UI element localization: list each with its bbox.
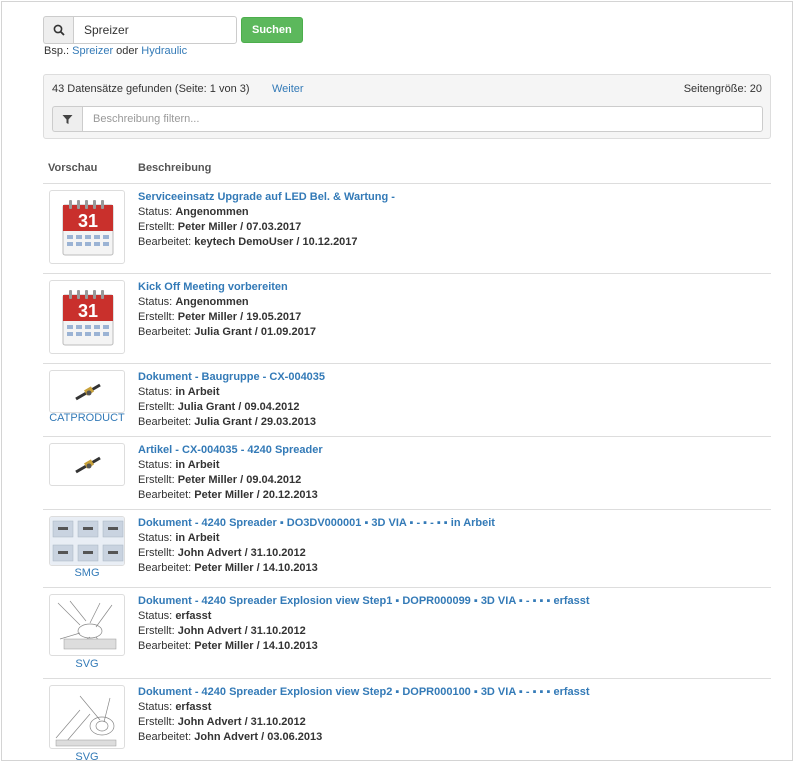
thumb-label[interactable]: SMG [43, 567, 131, 579]
edited-label: Bearbeitet: [138, 489, 192, 501]
status-value: erfasst [175, 610, 212, 622]
created-label: Erstellt: [138, 474, 175, 486]
search-icon[interactable] [43, 16, 73, 44]
created-label: Erstellt: [138, 221, 175, 233]
created-value: Peter Miller / 19.05.2017 [177, 311, 302, 323]
table-row[interactable]: Artikel - CX-004035 - 4240 Spreader Stat… [43, 437, 771, 510]
parts-sheet-thumbnail[interactable] [49, 516, 125, 566]
status-value: erfasst [175, 701, 212, 713]
created-label: Erstellt: [138, 311, 175, 323]
spreader-part-icon[interactable] [49, 370, 125, 413]
calendar-day: 31 [78, 211, 98, 231]
edited-value: keytech DemoUser / 10.12.2017 [194, 236, 358, 248]
table-row[interactable]: SVG Dokument - 4240 Spreader Explosion v… [43, 679, 771, 760]
edited-label: Bearbeitet: [138, 416, 192, 428]
page-frame: Suchen Bsp.: Spreizer oder Hydraulic 43 … [1, 1, 793, 761]
explosion-drawing-thumbnail[interactable] [49, 594, 125, 656]
table-row[interactable]: SMG Dokument - 4240 Spreader ▪ DO3DV0000… [43, 510, 771, 588]
row-title[interactable]: Kick Off Meeting vorbereiten [138, 280, 316, 295]
row-description: Dokument - Baugruppe - CX-004035 Status:… [138, 370, 325, 430]
created-value: John Advert / 31.10.2012 [177, 547, 306, 559]
thumb-label[interactable]: SVG [43, 751, 131, 760]
row-title[interactable]: Dokument - Baugruppe - CX-004035 [138, 370, 325, 385]
row-description: Serviceeinsatz Upgrade auf LED Bel. & Wa… [138, 190, 395, 250]
column-header-description[interactable]: Beschreibung [138, 162, 211, 174]
edited-value: Julia Grant / 01.09.2017 [194, 326, 316, 338]
table-row[interactable]: 31 Kick Off Meeting vorbereiten Status: … [43, 274, 771, 364]
table-row[interactable]: 31 Serviceeinsatz Upgrade auf LED Bel. &… [43, 184, 771, 274]
edited-label: Bearbeitet: [138, 731, 192, 743]
edited-value: Julia Grant / 29.03.2013 [194, 416, 316, 428]
created-label: Erstellt: [138, 716, 175, 728]
created-value: John Advert / 31.10.2012 [177, 716, 306, 728]
created-value: Peter Miller / 07.03.2017 [177, 221, 302, 233]
row-description: Dokument - 4240 Spreader ▪ DO3DV000001 ▪… [138, 516, 495, 576]
status-value: in Arbeit [175, 386, 220, 398]
column-header-preview[interactable]: Vorschau [48, 162, 97, 174]
filter-icon[interactable] [52, 106, 82, 132]
status-label: Status: [138, 532, 173, 544]
next-page-link[interactable]: Weiter [272, 83, 304, 95]
created-label: Erstellt: [138, 625, 175, 637]
edited-label: Bearbeitet: [138, 236, 192, 248]
row-description: Artikel - CX-004035 - 4240 Spreader Stat… [138, 443, 323, 503]
status-value: in Arbeit [175, 532, 220, 544]
search-bar: Suchen [43, 16, 303, 44]
edited-value: John Advert / 03.06.2013 [194, 731, 323, 743]
search-examples: Bsp.: Spreizer oder Hydraulic [44, 45, 187, 57]
edited-value: Peter Miller / 20.12.2013 [194, 489, 318, 501]
status-label: Status: [138, 206, 173, 218]
edited-value: Peter Miller / 14.10.2013 [194, 640, 318, 652]
examples-prefix: Bsp.: [44, 45, 70, 57]
search-button[interactable]: Suchen [241, 17, 303, 43]
calendar-icon[interactable]: 31 [49, 280, 125, 354]
results-panel: 43 Datensätze gefunden (Seite: 1 von 3) … [43, 74, 771, 139]
table-row[interactable]: CATPRODUCT Dokument - Baugruppe - CX-004… [43, 364, 771, 437]
created-label: Erstellt: [138, 401, 175, 413]
status-label: Status: [138, 459, 173, 471]
status-label: Status: [138, 701, 173, 713]
spreader-part-icon[interactable] [49, 443, 125, 486]
row-title[interactable]: Dokument - 4240 Spreader Explosion view … [138, 685, 590, 700]
edited-value: Peter Miller / 14.10.2013 [194, 562, 318, 574]
edited-label: Bearbeitet: [138, 326, 192, 338]
status-value: in Arbeit [175, 459, 220, 471]
page-size[interactable]: Seitengröße: 20 [684, 83, 762, 95]
created-value: Julia Grant / 09.04.2012 [177, 401, 300, 413]
table-row[interactable]: SVG Dokument - 4240 Spreader Explosion v… [43, 588, 771, 679]
search-input[interactable] [73, 16, 237, 44]
results-count: 43 Datensätze gefunden (Seite: 1 von 3) [52, 83, 250, 95]
row-title[interactable]: Serviceeinsatz Upgrade auf LED Bel. & Wa… [138, 190, 395, 205]
status-label: Status: [138, 386, 173, 398]
status-value: Angenommen [175, 206, 249, 218]
row-title[interactable]: Dokument - 4240 Spreader ▪ DO3DV000001 ▪… [138, 516, 495, 531]
example-link-hydraulic[interactable]: Hydraulic [141, 45, 187, 57]
created-value: John Advert / 31.10.2012 [177, 625, 306, 637]
row-description: Dokument - 4240 Spreader Explosion view … [138, 685, 590, 745]
status-value: Angenommen [175, 296, 249, 308]
created-label: Erstellt: [138, 547, 175, 559]
calendar-day: 31 [78, 301, 98, 321]
row-description: Kick Off Meeting vorbereiten Status: Ang… [138, 280, 316, 340]
row-title[interactable]: Dokument - 4240 Spreader Explosion view … [138, 594, 590, 609]
thumb-label[interactable]: SVG [43, 658, 131, 670]
status-label: Status: [138, 296, 173, 308]
edited-label: Bearbeitet: [138, 562, 192, 574]
explosion-drawing-thumbnail[interactable] [49, 685, 125, 749]
examples-joiner: oder [116, 45, 139, 57]
created-value: Peter Miller / 09.04.2012 [177, 474, 302, 486]
thumb-label[interactable]: CATPRODUCT [43, 412, 131, 424]
calendar-icon[interactable]: 31 [49, 190, 125, 264]
row-description: Dokument - 4240 Spreader Explosion view … [138, 594, 590, 654]
example-link-spreizer[interactable]: Spreizer [72, 45, 113, 57]
filter-input[interactable] [82, 106, 763, 132]
row-title[interactable]: Artikel - CX-004035 - 4240 Spreader [138, 443, 323, 458]
status-label: Status: [138, 610, 173, 622]
edited-label: Bearbeitet: [138, 640, 192, 652]
